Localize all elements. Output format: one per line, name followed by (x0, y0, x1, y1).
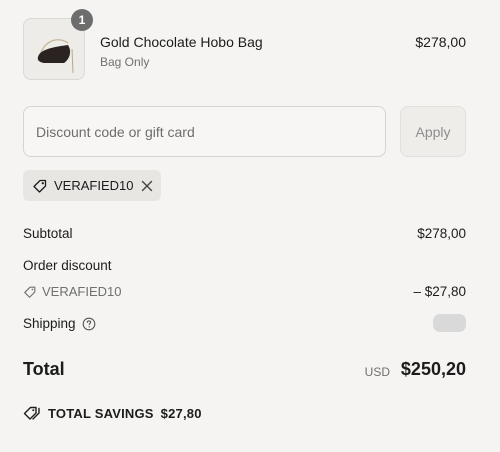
subtotal-label: Subtotal (23, 226, 73, 241)
shipping-label: Shipping (23, 316, 76, 331)
discount-code-row: VERAFIED10 (23, 284, 121, 299)
product-name: Gold Chocolate Hobo Bag (100, 34, 263, 50)
product-variant: Bag Only (100, 55, 150, 69)
apply-button[interactable]: Apply (400, 106, 466, 157)
total-value: $250,20 (400, 359, 466, 379)
tag-icon (32, 178, 48, 194)
remove-discount-icon[interactable] (141, 180, 153, 192)
discount-code-input[interactable] (23, 106, 386, 157)
currency-code: USD (364, 365, 390, 379)
shipping-value-placeholder (433, 314, 466, 332)
total-savings-label: TOTAL SAVINGS (48, 405, 154, 421)
shipping-row: Shipping (23, 316, 96, 331)
help-icon[interactable] (82, 317, 96, 331)
subtotal-value: $278,00 (417, 226, 466, 241)
applied-code-label: VERAFIED10 (54, 178, 134, 193)
product-price: $278,00 (415, 34, 466, 50)
total-savings-row: TOTAL SAVINGS $27,80 (23, 405, 202, 421)
tag-icon (23, 285, 37, 299)
order-discount-label: Order discount (23, 258, 112, 273)
discount-amount: – $27,80 (413, 284, 466, 299)
discount-code-label: VERAFIED10 (42, 284, 122, 299)
total-savings-value: $27,80 (160, 405, 202, 421)
total-label: Total (23, 359, 65, 379)
savings-tag-icon (23, 405, 41, 421)
applied-discount-chip: VERAFIED10 (23, 170, 161, 201)
quantity-badge: 1 (71, 9, 93, 31)
